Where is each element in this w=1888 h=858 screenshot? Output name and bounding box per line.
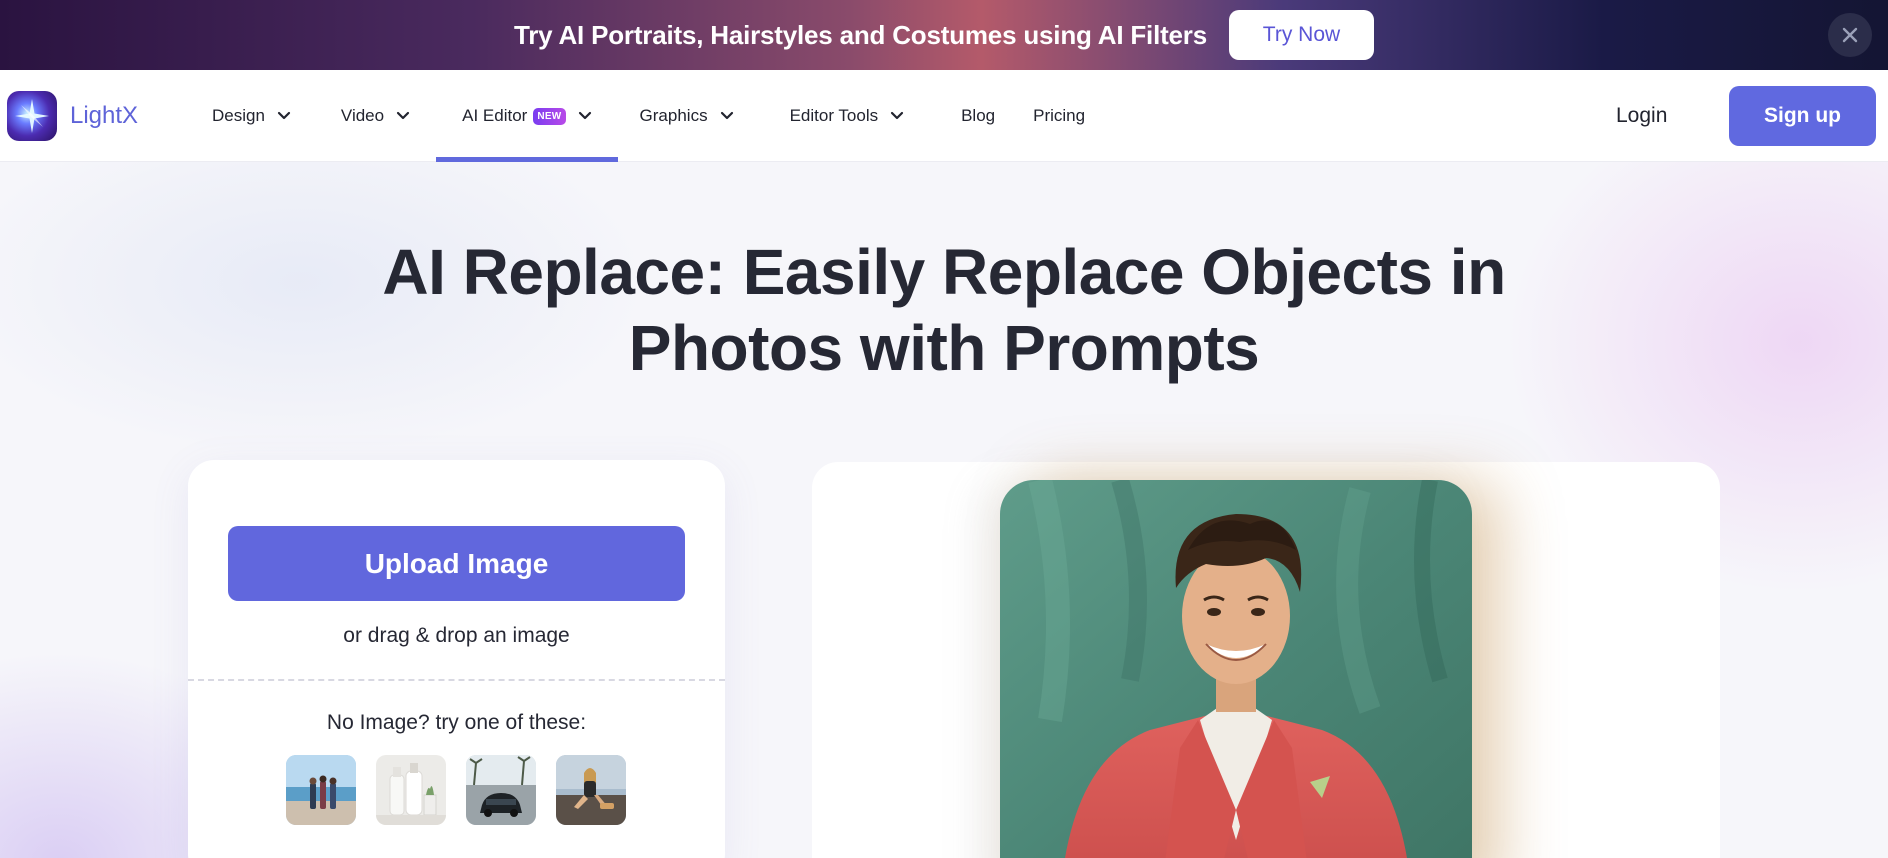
chevron-down-icon	[720, 111, 733, 120]
try-now-button[interactable]: Try Now	[1229, 10, 1374, 60]
dashed-divider	[188, 679, 725, 681]
close-icon[interactable]	[1828, 13, 1872, 57]
page-title: AI Replace: Easily Replace Objects in Ph…	[0, 234, 1888, 386]
chevron-down-icon	[277, 111, 291, 120]
upload-image-button[interactable]: Upload Image	[228, 526, 685, 601]
drag-drop-text: or drag & drop an image	[343, 624, 570, 647]
preview-image	[1000, 480, 1472, 858]
nav-item-label: Pricing	[1033, 106, 1086, 125]
brand-logo[interactable]: LightX	[7, 91, 138, 141]
chevron-down-icon	[397, 111, 410, 120]
nav-menu: Design Video AI Editor NEW Graphics Edit…	[190, 70, 1107, 162]
upload-card: Upload Image or drag & drop an image No …	[188, 460, 725, 858]
sign-up-button[interactable]: Sign up	[1729, 86, 1876, 146]
preview-card	[812, 462, 1720, 858]
promo-banner: Try AI Portraits, Hairstyles and Costume…	[0, 0, 1888, 70]
brand-name: LightX	[70, 102, 139, 129]
promo-text: Try AI Portraits, Hairstyles and Costume…	[513, 19, 1207, 50]
nav-item-label: Blog	[961, 106, 996, 125]
lightx-logo-icon	[7, 91, 57, 141]
chevron-down-icon	[890, 111, 904, 120]
chevron-down-icon	[578, 111, 591, 120]
nav-item-label: Editor Tools	[789, 106, 879, 125]
bottles-sample[interactable]	[376, 755, 446, 825]
nav-item-label: Design	[212, 106, 265, 125]
page-title-line-1: AI Replace: Easily Replace Objects in	[382, 236, 1506, 308]
top-navbar: LightX Design Video AI Editor NEW Graphi…	[0, 70, 1888, 162]
nav-item-graphics[interactable]: Graphics	[618, 70, 756, 162]
nav-item-editor-tools[interactable]: Editor Tools	[768, 70, 927, 162]
nav-item-video[interactable]: Video	[319, 70, 432, 162]
page-title-line-2: Photos with Prompts	[628, 312, 1260, 384]
new-badge: NEW	[533, 107, 566, 125]
beach-couple-sample[interactable]	[286, 755, 356, 825]
car-sample[interactable]	[466, 755, 536, 825]
sample-prompt-text: No Image? try one of these:	[326, 711, 587, 734]
nav-item-label: Graphics	[639, 106, 708, 125]
nav-item-ai-editor[interactable]: AI Editor NEW	[436, 70, 618, 162]
login-link[interactable]: Login	[1616, 104, 1667, 128]
nav-item-blog[interactable]: Blog	[939, 70, 1017, 162]
sample-images	[286, 755, 626, 825]
hero-section: AI Replace: Easily Replace Objects in Ph…	[0, 162, 1888, 858]
nav-item-design[interactable]: Design	[190, 70, 313, 162]
nav-item-pricing[interactable]: Pricing	[1011, 70, 1107, 162]
woman-sample[interactable]	[556, 755, 626, 825]
nav-item-label: Video	[340, 106, 385, 125]
nav-item-label: AI Editor	[462, 106, 528, 125]
